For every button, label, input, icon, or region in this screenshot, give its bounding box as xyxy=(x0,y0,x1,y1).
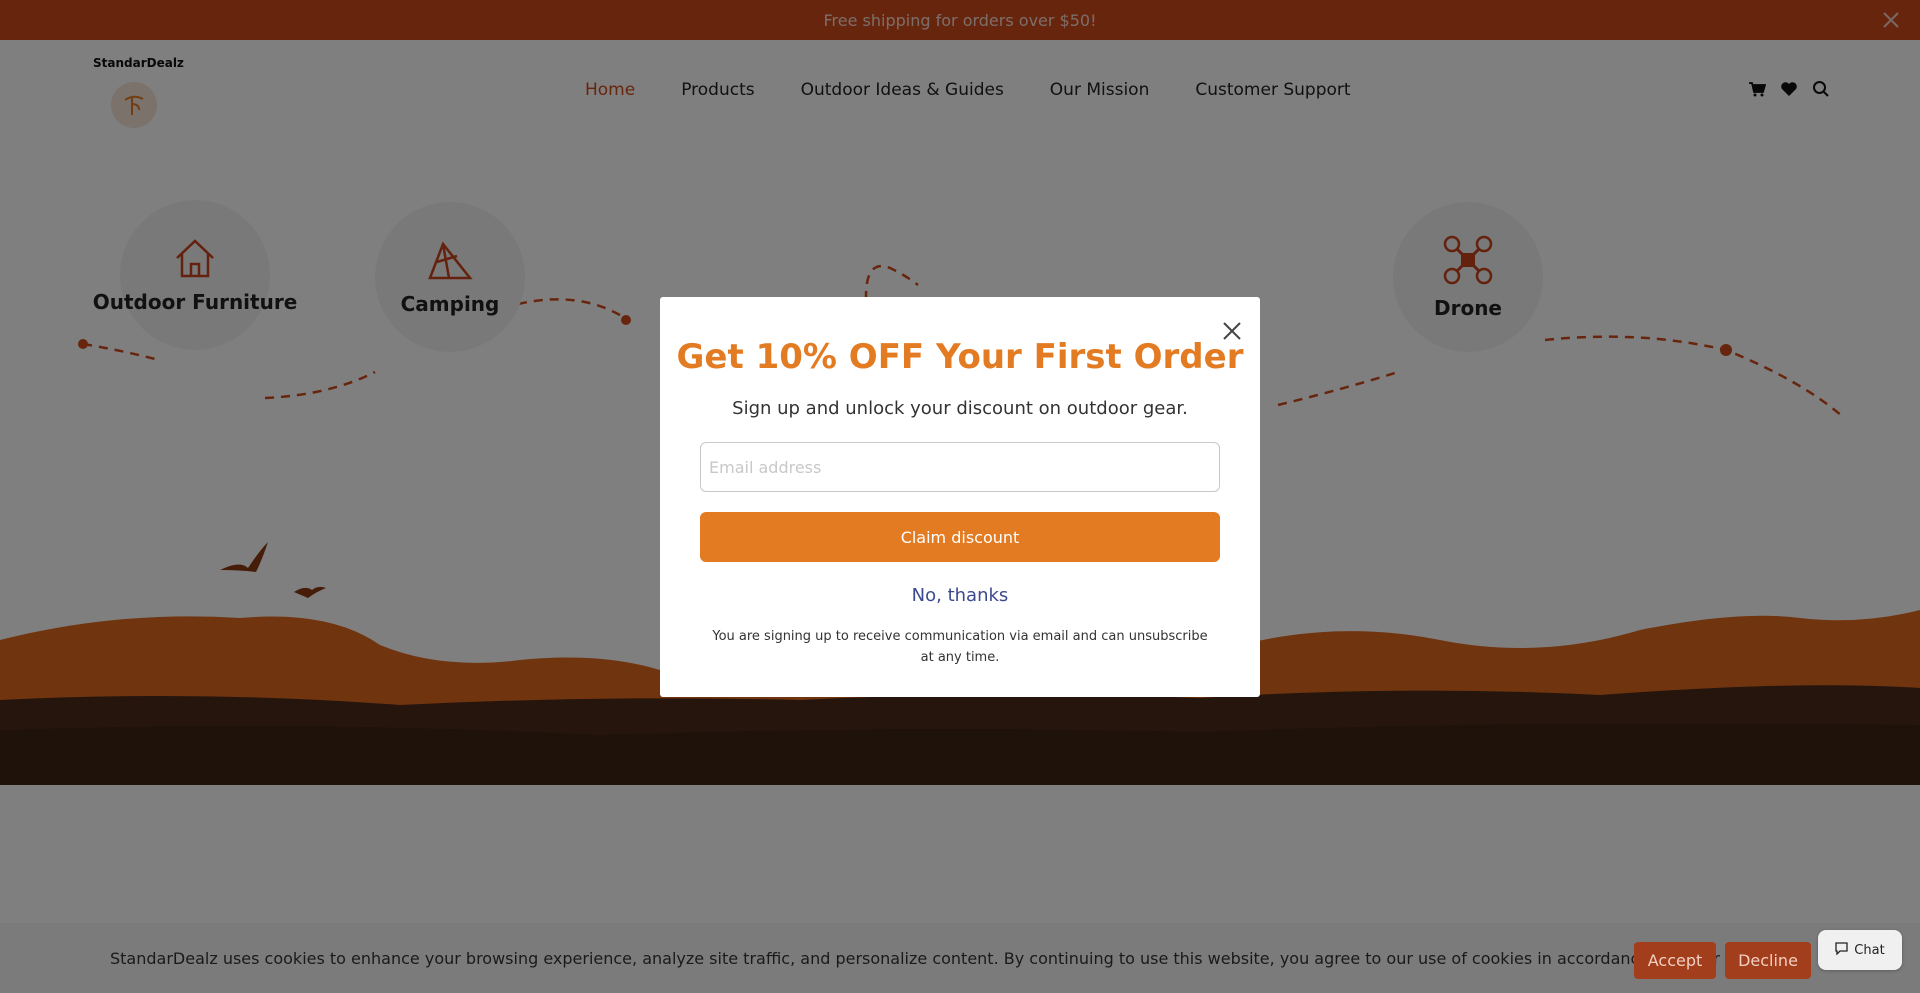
accept-cookies-button[interactable]: Accept xyxy=(1634,942,1716,979)
decline-cookies-button[interactable]: Decline xyxy=(1725,942,1811,979)
cookie-text: StandarDealz uses cookies to enhance you… xyxy=(110,949,1775,968)
popup-title: Get 10% OFF Your First Order xyxy=(676,337,1244,377)
claim-discount-button[interactable]: Claim discount xyxy=(700,512,1220,562)
no-thanks-link[interactable]: No, thanks xyxy=(660,585,1260,606)
chat-button[interactable]: Chat xyxy=(1818,930,1902,970)
popup-disclaimer: You are signing up to receive communicat… xyxy=(712,629,1208,665)
discount-popup: Get 10% OFF Your First Order Sign up and… xyxy=(660,297,1260,697)
popup-subtitle: Sign up and unlock your discount on outd… xyxy=(732,398,1188,419)
cookie-banner: StandarDealz uses cookies to enhance you… xyxy=(0,923,1920,993)
email-field[interactable] xyxy=(700,442,1220,492)
chat-bubble-icon xyxy=(1835,941,1848,959)
chat-label: Chat xyxy=(1854,942,1885,958)
